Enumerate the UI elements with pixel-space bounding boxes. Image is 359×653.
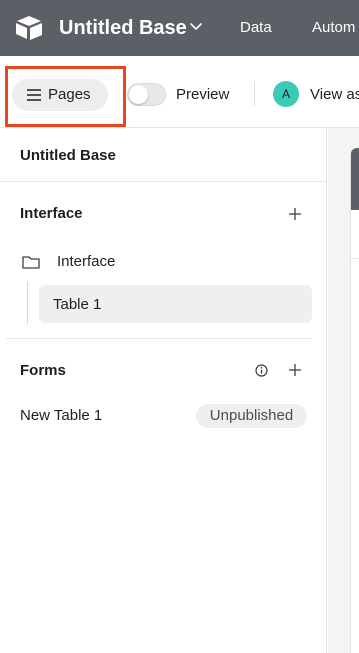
preview-toggle[interactable] [127, 83, 166, 106]
sidebar-title: Untitled Base [20, 147, 116, 164]
add-form-icon[interactable] [289, 364, 301, 376]
interface-section-title: Interface [20, 205, 83, 222]
pages-button[interactable]: Pages [12, 79, 108, 111]
add-interface-icon[interactable] [289, 208, 301, 220]
main-canvas [328, 128, 359, 653]
avatar[interactable]: A [273, 81, 299, 107]
airtable-logo-icon[interactable] [15, 15, 43, 41]
page-item-label: Table 1 [53, 296, 102, 313]
divider [351, 258, 359, 259]
top-bar: Untitled Base Data Autom [0, 0, 359, 56]
interface-folder[interactable]: Interface [57, 253, 115, 271]
toolbar: Pages Preview A View as [0, 56, 359, 128]
folder-icon [22, 256, 40, 269]
pages-sidebar: Untitled Base Interface Interface Table … [0, 128, 327, 653]
page-preview-card [350, 148, 359, 653]
divider [0, 181, 327, 182]
pages-button-label: Pages [48, 86, 91, 103]
nav-tab-data[interactable]: Data [240, 18, 272, 38]
sidebar-item-table-1[interactable]: Table 1 [39, 285, 312, 323]
info-icon[interactable] [255, 364, 268, 377]
base-name[interactable]: Untitled Base [59, 14, 187, 42]
toggle-knob [129, 85, 148, 104]
page-preview-header [351, 148, 359, 210]
tree-line [27, 282, 28, 324]
form-item-new-table-1[interactable]: New Table 1 [20, 407, 102, 425]
chevron-down-icon[interactable] [189, 20, 203, 34]
toolbar-divider [254, 82, 255, 106]
preview-label: Preview [176, 86, 230, 103]
menu-icon [27, 89, 41, 101]
nav-tab-automations[interactable]: Autom [312, 18, 355, 38]
status-badge: Unpublished [196, 404, 307, 428]
forms-section-title: Forms [20, 362, 66, 379]
view-as-button[interactable]: View as [310, 86, 359, 104]
divider [6, 338, 312, 339]
